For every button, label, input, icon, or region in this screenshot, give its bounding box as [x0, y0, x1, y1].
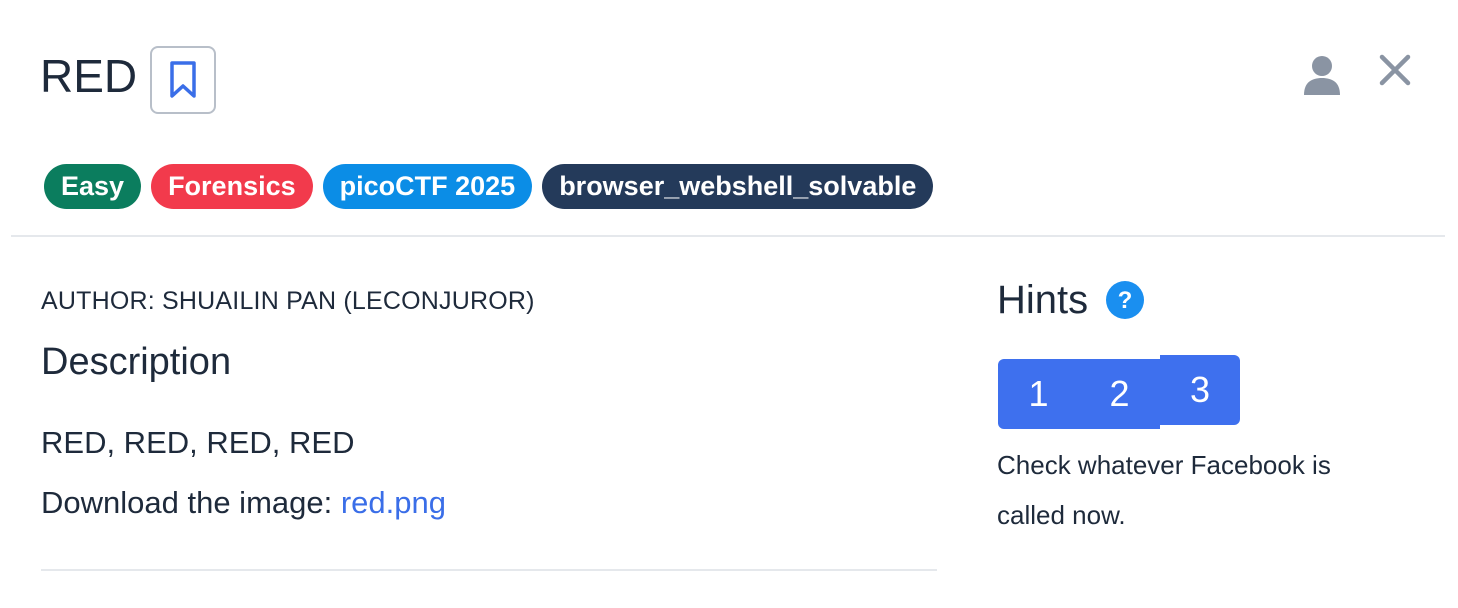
hint-text: Check whatever Facebook is called now.	[997, 450, 1331, 530]
download-line: Download the image: red.png	[41, 482, 446, 524]
tag-webshell[interactable]: browser_webshell_solvable	[542, 164, 934, 209]
divider	[11, 235, 1445, 237]
tag-category[interactable]: Forensics	[151, 164, 313, 209]
author-label: AUTHOR: SHUAILIN PAN (LECONJUROR)	[41, 287, 535, 315]
description-text: RED, RED, RED, RED	[41, 425, 355, 460]
hint-tab-1[interactable]: 1	[998, 359, 1079, 429]
divider	[41, 569, 937, 571]
hint-tab-2[interactable]: 2	[1079, 359, 1160, 429]
help-icon[interactable]: ?	[1105, 280, 1145, 320]
tag-list: Easy Forensics picoCTF 2025 browser_webs…	[44, 164, 934, 209]
bookmark-icon	[170, 61, 196, 98]
hints-heading: Hints	[997, 278, 1089, 322]
download-link[interactable]: red.png	[341, 485, 446, 520]
close-icon[interactable]	[1379, 54, 1411, 86]
hint-tab-3[interactable]: 3	[1160, 355, 1240, 425]
tag-difficulty[interactable]: Easy	[44, 164, 142, 209]
description-heading: Description	[41, 341, 232, 383]
svg-text:?: ?	[1118, 287, 1133, 314]
page-title: RED	[40, 50, 138, 102]
user-icon[interactable]	[1303, 54, 1341, 96]
tag-event[interactable]: picoCTF 2025	[322, 164, 533, 209]
download-prefix: Download the image:	[41, 485, 341, 520]
hint-tabs: 1 2 3	[998, 355, 1240, 429]
bookmark-button[interactable]	[150, 46, 216, 114]
